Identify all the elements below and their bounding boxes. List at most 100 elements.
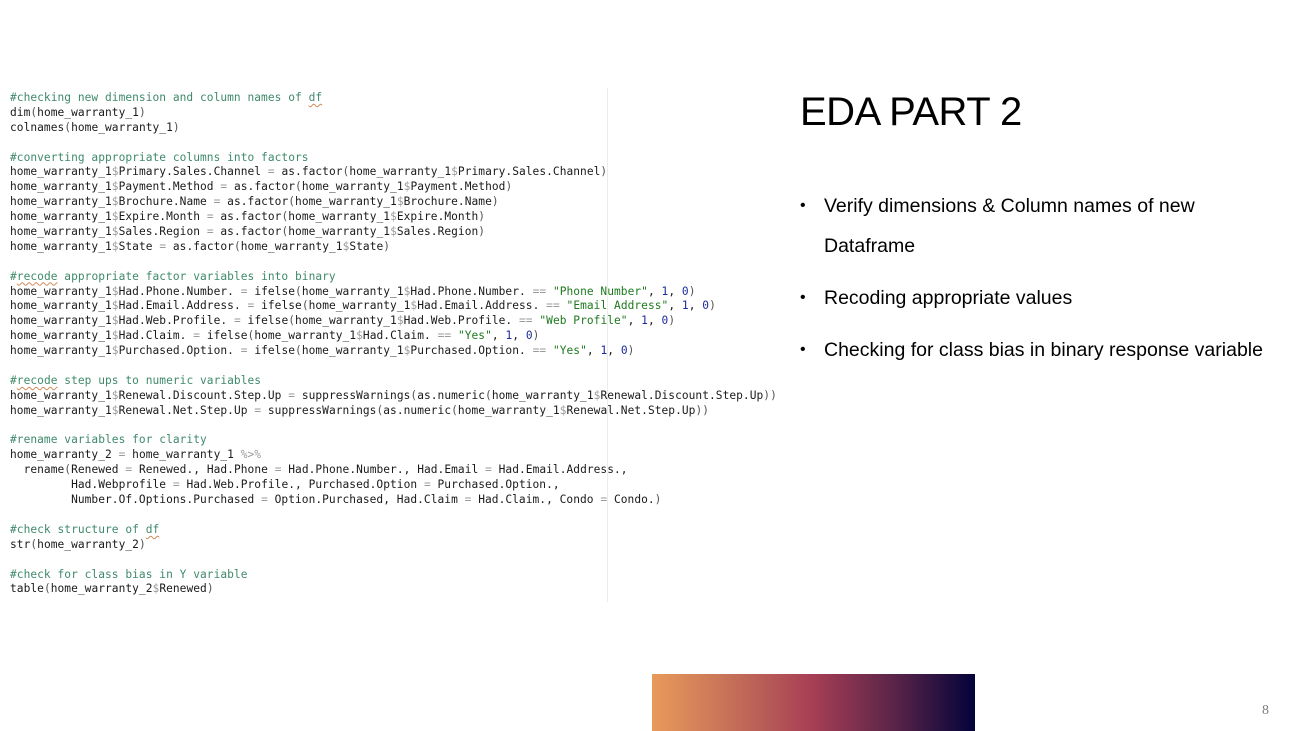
- code-token: $: [111, 299, 119, 313]
- code-line: home_warranty_1$Expire.Month = as.factor…: [10, 210, 777, 225]
- code-token: Renewed: [159, 582, 207, 596]
- code-token: (: [295, 344, 302, 358]
- code-token: as.factor: [227, 180, 296, 194]
- code-token: ): [478, 225, 486, 239]
- code-token: "Web Profile": [539, 314, 628, 328]
- page-number: 8: [1262, 703, 1269, 718]
- code-token: =: [240, 284, 248, 298]
- code-token: =: [172, 478, 180, 492]
- code-token: home_warranty_1: [10, 344, 112, 358]
- code-token: ==: [546, 299, 560, 313]
- code-token: ): [491, 195, 499, 209]
- code-token: =: [193, 329, 201, 343]
- code-token: $: [396, 195, 404, 209]
- code-token: home_warranty_1: [288, 210, 391, 224]
- code-token: =: [206, 225, 214, 239]
- bullet-text: Checking for class bias in binary respon…: [824, 339, 1263, 361]
- code-token: %>%: [240, 448, 262, 462]
- code-token: ifelse: [200, 329, 248, 343]
- code-token: 1: [641, 314, 648, 328]
- code-token: =: [206, 210, 214, 224]
- code-comment: recode: [16, 269, 58, 283]
- code-token: $: [111, 180, 119, 194]
- code-token: (: [451, 403, 458, 417]
- code-token: Had.Claim.: [362, 329, 438, 343]
- bullet-list: • Verify dimensions & Column names of new…: [800, 186, 1280, 382]
- code-token: 1: [681, 299, 689, 313]
- code-token: ,: [586, 344, 601, 358]
- bullet-dot-icon: •: [800, 341, 806, 358]
- code-token: Had.Web.Profile.: [118, 314, 234, 328]
- code-token: as.factor: [213, 225, 282, 239]
- code-line: home_warranty_2 = home_warranty_1 %>%: [10, 448, 777, 463]
- code-token: $: [111, 284, 119, 298]
- code-token: ifelse: [247, 284, 296, 298]
- code-token: ,: [607, 344, 621, 358]
- code-token: $: [111, 388, 119, 402]
- code-line: home_warranty_1 $ Renewal.Discount.Step.Up…: [10, 389, 777, 404]
- code-token: Purchased.Option.: [410, 344, 533, 358]
- code-token: "Yes": [457, 329, 492, 343]
- code-token: $: [111, 195, 119, 209]
- code-token: home_warranty_1: [301, 180, 404, 194]
- code-line: home_warranty_1$Had.Phone.Number. = ifel…: [10, 285, 777, 300]
- code-token: ,: [668, 299, 682, 313]
- code-token: ==: [532, 344, 547, 358]
- code-token: ==: [532, 284, 547, 298]
- code-token: ): [206, 582, 214, 596]
- code-line: home_warranty_1$State = as.factor(home_w…: [10, 240, 777, 255]
- code-line: colnames(home_warranty_1): [10, 121, 777, 136]
- code-line: home_warranty_1$Brochure.Name = as.facto…: [10, 195, 777, 210]
- code-token: home_warranty_1: [10, 225, 112, 239]
- code-line: home_warranty_1$Renewal.Net.Step.Up = su…: [10, 404, 777, 419]
- bullet-text: Verify dimensions & Column names of new …: [824, 195, 1195, 257]
- code-token: $: [111, 329, 119, 343]
- code-comment: #checking new dimension and column names…: [10, 91, 309, 104]
- code-token: home_warranty_1: [254, 329, 357, 343]
- bullet-item: • Verify dimensions & Column names of new…: [800, 186, 1280, 266]
- code-token: home_warranty_1: [301, 284, 404, 298]
- code-token: home_warranty_1: [10, 210, 112, 224]
- code-token: $: [451, 165, 458, 179]
- code-token: $: [111, 165, 119, 179]
- code-token: Had.Email.Address.: [118, 299, 248, 313]
- code-token: suppressWarnings: [295, 388, 411, 402]
- code-token: home_warranty_1: [491, 388, 594, 402]
- code-line: home_warranty_1$Had.Web.Profile. = ifels…: [10, 314, 777, 329]
- code-token: State: [118, 239, 160, 253]
- code-token: home_warranty_1: [71, 120, 173, 134]
- code-token: home_warranty_1: [10, 329, 112, 343]
- code-token: ifelse: [247, 344, 296, 358]
- code-token: Primary.Sales.Channel: [118, 165, 268, 179]
- code-token: ): [654, 493, 662, 507]
- code-token: Number.Of.Options.Purchased: [10, 493, 262, 507]
- code-line: home_warranty_1$Primary.Sales.Channel = …: [10, 165, 777, 180]
- code-token: 0: [681, 284, 689, 298]
- code-token: home_warranty_1: [288, 225, 391, 239]
- code-token: Renewed: [71, 463, 126, 477]
- code-line: home_warranty_1$Payment.Method = as.fact…: [10, 180, 777, 195]
- code-comment: #check structure of: [10, 522, 146, 536]
- code-line: table(home_warranty_2$Renewed): [10, 582, 777, 597]
- decorative-gradient-bar: [652, 674, 975, 731]
- code-token: ): [383, 239, 391, 253]
- code-token: $: [111, 403, 119, 417]
- code-line: #rename variables for clarity: [10, 433, 777, 448]
- code-token: home_warranty_1: [240, 239, 343, 253]
- code-comment: df: [145, 522, 160, 536]
- code-token: =: [288, 388, 296, 402]
- code-token: home_warranty_1: [301, 344, 404, 358]
- code-token: Renewal.Discount.Step.Up: [600, 388, 764, 402]
- code-token: home_warranty_1: [125, 448, 241, 462]
- code-token: ): [138, 105, 146, 119]
- code-token: home_warranty_1: [349, 165, 452, 179]
- bullet-item: • Checking for class bias in binary respo…: [800, 330, 1280, 370]
- code-line: home_warranty_1$Had.Email.Address. = ife…: [10, 299, 777, 314]
- code-token: $: [111, 225, 119, 239]
- code-token: home_warranty_1: [10, 180, 112, 194]
- code-token: )): [763, 388, 777, 402]
- code-line: Had.Webprofile = Had.Web.Profile., Purch…: [10, 478, 777, 493]
- code-token: ): [688, 284, 696, 298]
